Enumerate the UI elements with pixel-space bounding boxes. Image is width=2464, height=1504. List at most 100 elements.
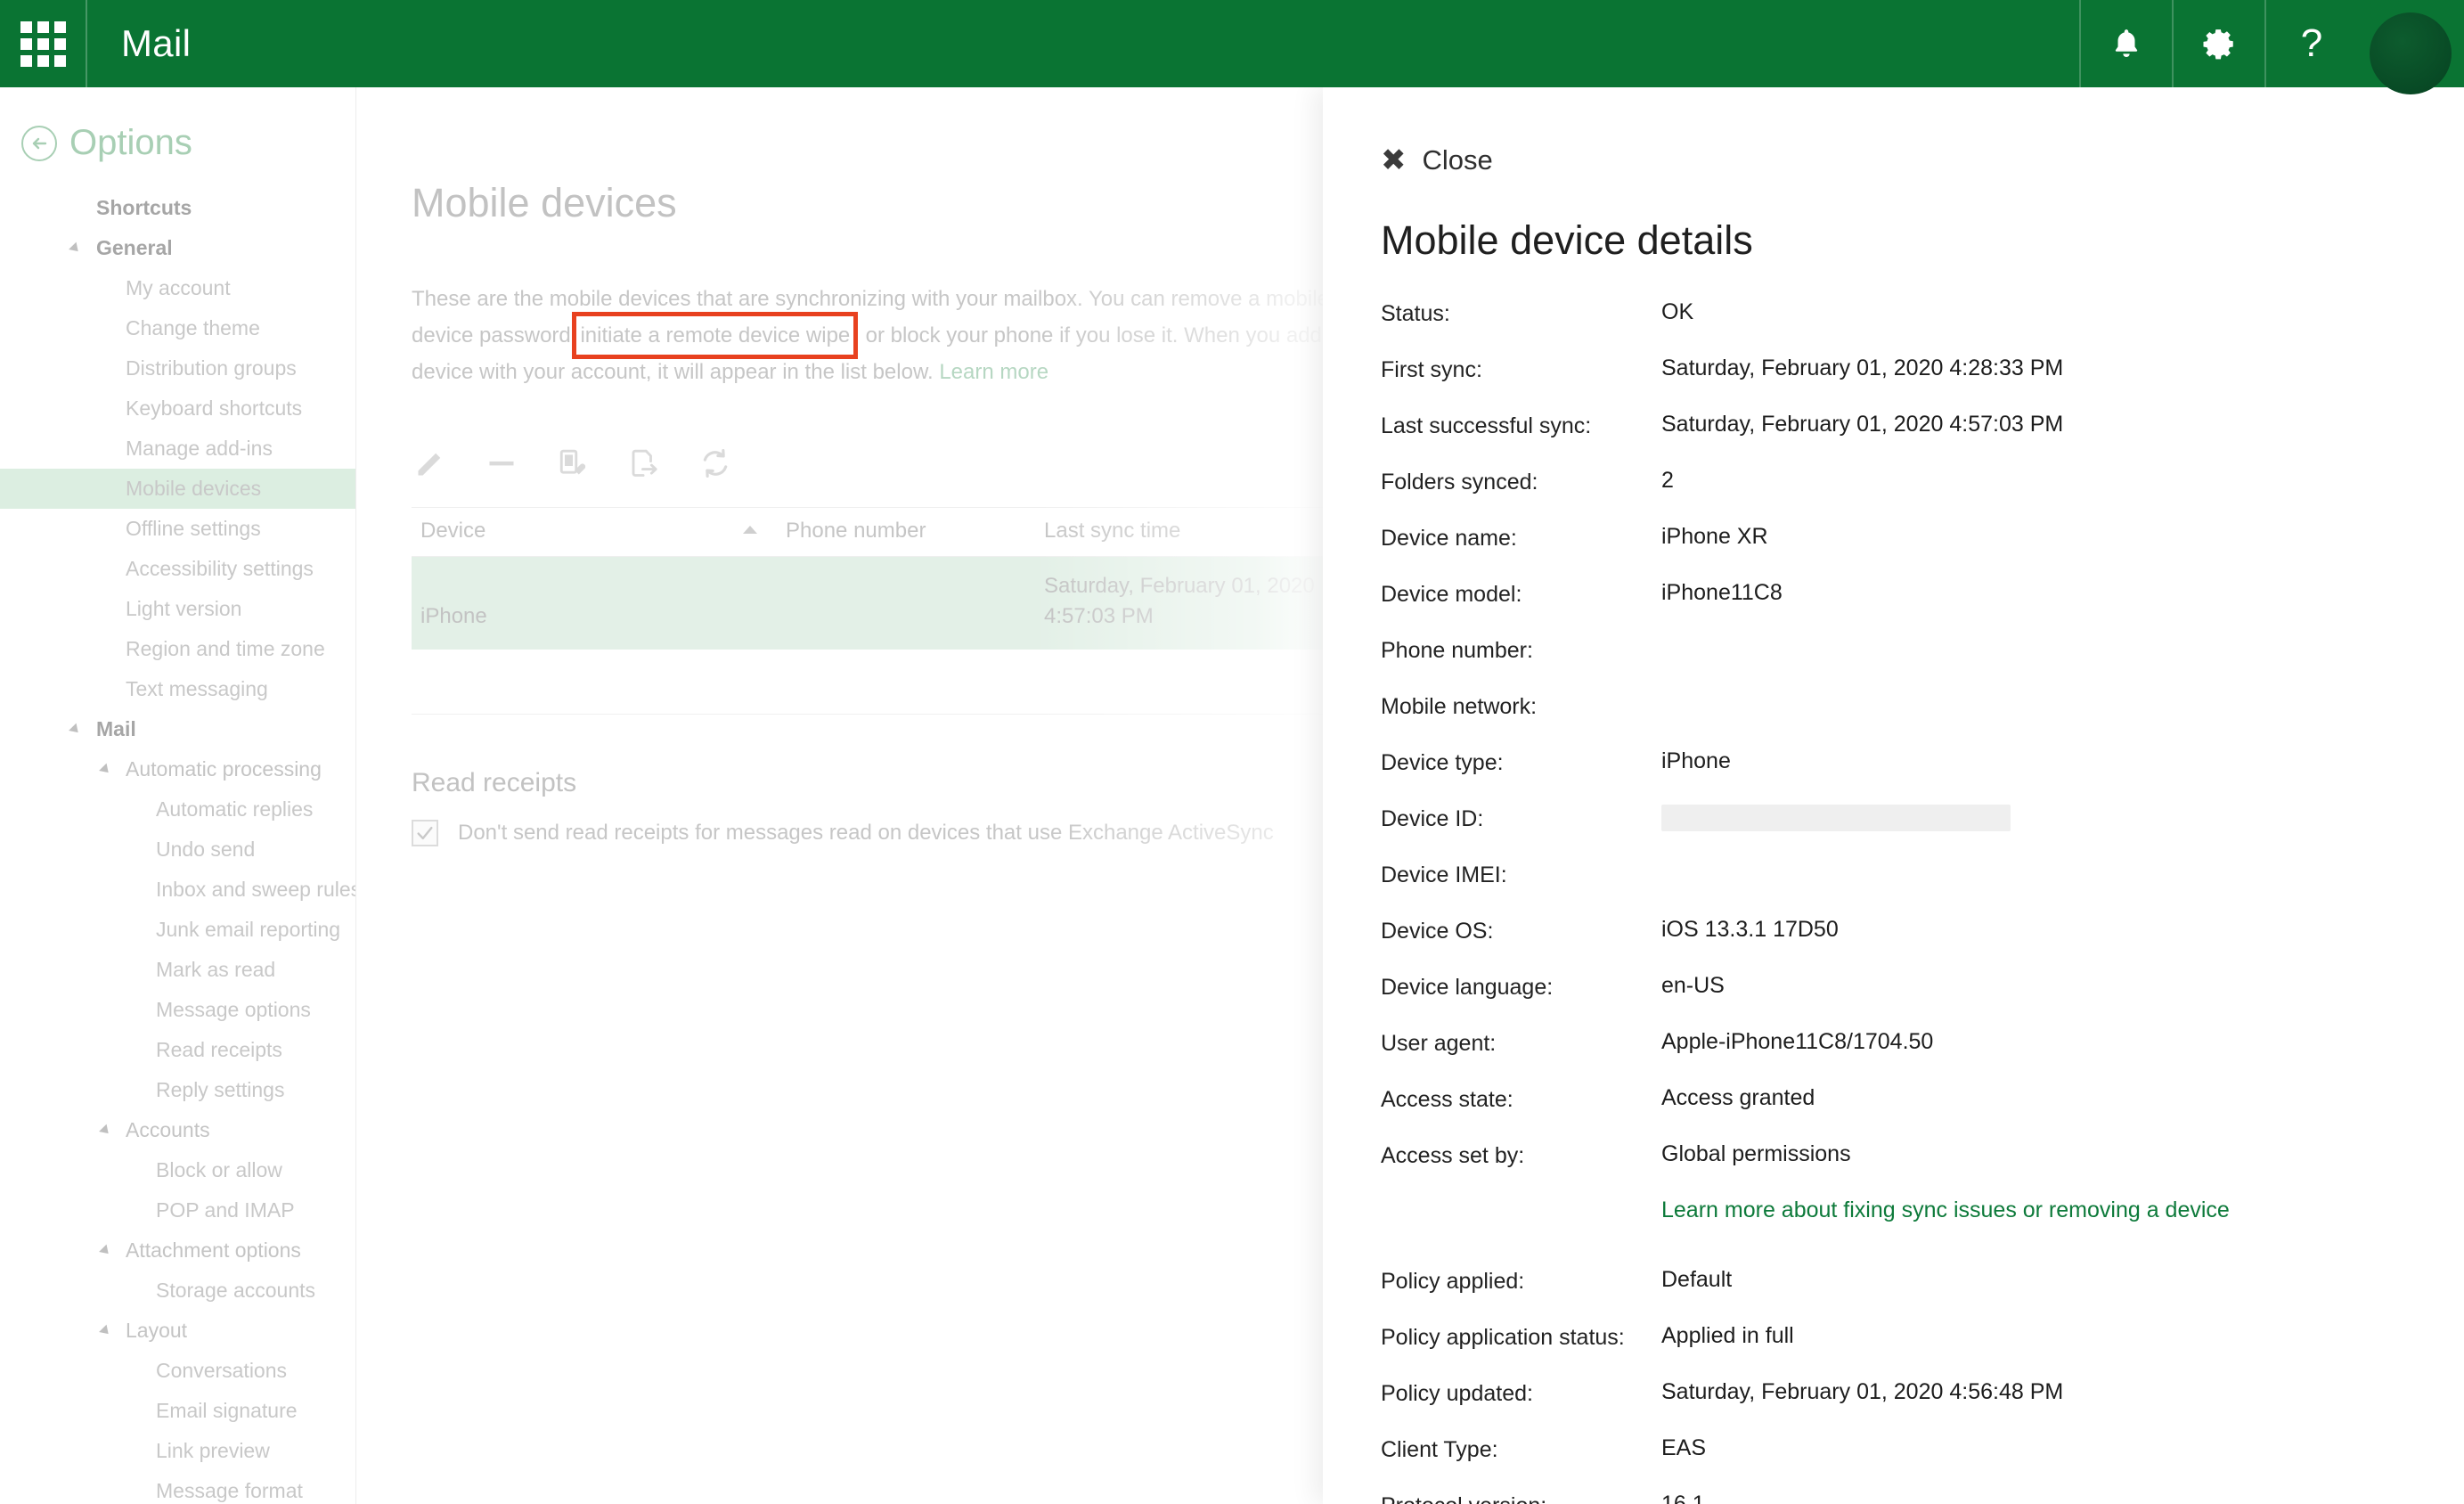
panel-title: Mobile device details [1381, 217, 1753, 263]
sidebar-item-mail[interactable]: Mail [0, 709, 355, 749]
block-device-button[interactable] [625, 445, 663, 482]
notifications-button[interactable] [2079, 0, 2172, 87]
sidebar-item-offline-settings[interactable]: Offline settings [0, 509, 355, 549]
sidebar-item-message-format[interactable]: Message format [0, 1471, 355, 1504]
detail-key: User agent: [1381, 1031, 1497, 1056]
sidebar-item-attachment-options[interactable]: Attachment options [0, 1230, 355, 1271]
read-receipts-checkbox[interactable] [412, 820, 438, 846]
sidebar-item-automatic-replies[interactable]: Automatic replies [0, 789, 355, 830]
wipe-device-button[interactable] [554, 445, 592, 482]
sidebar-item-junk-email-reporting[interactable]: Junk email reporting [0, 910, 355, 950]
expand-caret-icon[interactable] [69, 723, 82, 736]
sidebar-item-label: Conversations [156, 1359, 288, 1382]
app-launcher-button[interactable] [0, 0, 87, 87]
detail-key: Protocol version: [1381, 1492, 1661, 1504]
detail-value: 16.1 [1661, 1492, 1705, 1504]
sidebar-item-manage-add-ins[interactable]: Manage add-ins [0, 429, 355, 469]
edit-button[interactable] [412, 445, 449, 482]
column-header-phone-number[interactable]: Phone number [777, 507, 1035, 557]
sidebar-item-my-account[interactable]: My account [0, 268, 355, 308]
expand-caret-icon[interactable] [99, 763, 112, 776]
detail-row: Device IMEI: [1381, 861, 2464, 917]
back-to-mail-button[interactable]: Options [0, 87, 355, 188]
detail-key: Device language: [1381, 975, 1554, 1000]
sidebar-item-general[interactable]: General [0, 228, 355, 268]
edit-icon [414, 447, 446, 479]
detail-value: 2 [1661, 468, 1674, 493]
help-button[interactable]: ? [2264, 0, 2357, 87]
detail-row: Folders synced: 2 [1381, 468, 2464, 524]
sidebar-item-label: Mail [96, 717, 136, 740]
user-avatar-button[interactable] [2357, 0, 2464, 94]
delete-button[interactable] [483, 445, 520, 482]
sidebar-item-read-receipts[interactable]: Read receipts [0, 1030, 355, 1070]
detail-key: Policy application status: [1381, 1325, 1625, 1350]
sidebar-item-reply-settings[interactable]: Reply settings [0, 1070, 355, 1110]
cell-device: iPhone [412, 556, 777, 650]
expand-caret-icon[interactable] [99, 1244, 112, 1257]
sync-issues-learn-more-link[interactable]: Learn more about fixing sync issues or r… [1661, 1197, 2230, 1223]
options-nav-list: Shortcuts General My account Change theme Di… [0, 188, 355, 1504]
sidebar-item-label: Change theme [126, 316, 260, 339]
expand-caret-icon[interactable] [99, 1324, 112, 1337]
sidebar-item-label: Read receipts [156, 1038, 282, 1061]
sidebar-item-label: Manage add-ins [126, 437, 273, 460]
sidebar-item-light-version[interactable]: Light version [0, 589, 355, 629]
detail-row: Policy application status: Applied in ful… [1381, 1323, 2464, 1379]
detail-value: Default [1661, 1267, 1733, 1292]
detail-value: iPhone XR [1661, 524, 1768, 549]
sort-ascending-icon [743, 526, 757, 534]
sidebar-item-undo-send[interactable]: Undo send [0, 830, 355, 870]
sidebar-item-text-messaging[interactable]: Text messaging [0, 669, 355, 709]
sidebar-item-pop-and-imap[interactable]: POP and IMAP [0, 1190, 355, 1230]
detail-key: Device model: [1381, 582, 1522, 607]
sidebar-item-label: POP and IMAP [156, 1198, 295, 1222]
detail-value: Saturday, February 01, 2020 4:28:33 PM [1661, 356, 2064, 380]
sidebar-item-keyboard-shortcuts[interactable]: Keyboard shortcuts [0, 388, 355, 429]
sidebar-item-block-or-allow[interactable]: Block or allow [0, 1150, 355, 1190]
sidebar-item-accessibility-settings[interactable]: Accessibility settings [0, 549, 355, 589]
sidebar-item-accounts[interactable]: Accounts [0, 1110, 355, 1150]
sidebar-item-storage-accounts[interactable]: Storage accounts [0, 1271, 355, 1311]
detail-key: Policy updated: [1381, 1381, 1533, 1406]
page-description: These are the mobile devices that are sy… [412, 282, 1391, 389]
detail-value: OK [1661, 299, 1694, 324]
column-header-device[interactable]: Device [412, 507, 777, 557]
sidebar-item-message-options[interactable]: Message options [0, 990, 355, 1030]
remote-device-wipe-link[interactable]: initiate a remote device wipe [576, 316, 853, 355]
learn-more-link[interactable]: Learn more [939, 360, 1048, 384]
sidebar-item-distribution-groups[interactable]: Distribution groups [0, 348, 355, 388]
sidebar-item-link-preview[interactable]: Link preview [0, 1431, 355, 1471]
detail-value: iPhone11C8 [1661, 580, 1783, 605]
detail-key: Device type: [1381, 750, 1504, 775]
sidebar-item-label: Attachment options [126, 1238, 301, 1262]
expand-caret-icon[interactable] [69, 241, 82, 255]
sidebar-item-email-signature[interactable]: Email signature [0, 1391, 355, 1431]
settings-button[interactable] [2172, 0, 2264, 87]
sidebar-item-layout[interactable]: Layout [0, 1311, 355, 1351]
sidebar-item-conversations[interactable]: Conversations [0, 1351, 355, 1391]
detail-row: User agent: Apple-iPhone11C8/1704.50 [1381, 1029, 2464, 1085]
detail-value: Global permissions [1661, 1141, 1851, 1166]
mobile-device-details-panel: ✖ Close Mobile device details Status: OK F… [1323, 87, 2464, 1504]
detail-row-learn-more: Learn more about fixing sync issues or r… [1381, 1197, 2464, 1267]
sidebar-item-automatic-processing[interactable]: Automatic processing [0, 749, 355, 789]
sidebar-item-change-theme[interactable]: Change theme [0, 308, 355, 348]
column-header-last-sync-time[interactable]: Last sync time [1035, 507, 1338, 557]
refresh-button[interactable] [697, 445, 734, 482]
sidebar-item-region-and-time-zone[interactable]: Region and time zone [0, 629, 355, 669]
detail-value: en-US [1661, 973, 1725, 998]
sidebar-item-label: Reply settings [156, 1078, 285, 1101]
sidebar-item-shortcuts[interactable]: Shortcuts [0, 188, 355, 228]
sidebar-item-mobile-devices[interactable]: Mobile devices [0, 469, 355, 509]
detail-row: Device OS: iOS 13.3.1 17D50 [1381, 917, 2464, 973]
close-panel-button[interactable]: ✖ Close [1381, 144, 1559, 176]
detail-key: Last successful sync: [1381, 413, 1592, 438]
sidebar-item-mark-as-read[interactable]: Mark as read [0, 950, 355, 990]
options-sidebar: Options Shortcuts General My account Change… [0, 87, 356, 1504]
sidebar-item-inbox-and-sweep-rules[interactable]: Inbox and sweep rules [0, 870, 355, 910]
detail-key: Policy applied: [1381, 1269, 1525, 1294]
column-header-device-label: Device [420, 519, 486, 543]
expand-caret-icon[interactable] [99, 1124, 112, 1137]
sidebar-item-label: Automatic replies [156, 797, 314, 821]
